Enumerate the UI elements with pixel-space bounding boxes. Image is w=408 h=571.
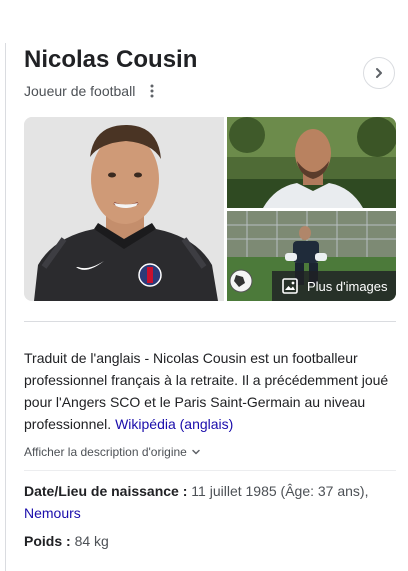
- show-original-description[interactable]: Afficher la description d'origine: [24, 444, 201, 460]
- wikipedia-link[interactable]: Wikipédia (anglais): [115, 416, 233, 432]
- next-entity-button[interactable]: [363, 57, 395, 89]
- entity-title: Nicolas Cousin: [24, 46, 198, 73]
- more-images-label: Plus d'images: [307, 278, 388, 294]
- fact-birth-value: 11 juillet 1985 (Âge: 37 ans),: [191, 483, 369, 499]
- chevron-down-icon: [192, 449, 200, 455]
- description: Traduit de l'anglais - Nicolas Cousin es…: [24, 347, 394, 435]
- fact-birth-label: Date/Lieu de naissance :: [24, 483, 192, 499]
- image-portrait-outdoor[interactable]: [227, 117, 396, 208]
- show-original-label: Afficher la description d'origine: [24, 445, 187, 459]
- fact-birth: Date/Lieu de naissance : 11 juillet 1985…: [24, 480, 394, 524]
- image-portrait[interactable]: [24, 117, 224, 301]
- more-vert-icon[interactable]: [145, 82, 159, 100]
- image-icon: [282, 278, 298, 294]
- birth-place-link[interactable]: Nemours: [24, 505, 81, 521]
- entity-subtitle: Joueur de football: [24, 83, 136, 99]
- more-images-button[interactable]: Plus d'images: [272, 271, 396, 301]
- fact-weight-value: 84 kg: [74, 533, 109, 549]
- image-goalkeeper[interactable]: Plus d'images: [227, 211, 396, 301]
- facts-divider: [24, 470, 396, 471]
- fact-weight-label: Poids :: [24, 533, 75, 549]
- subtitle-row: Joueur de football: [24, 82, 159, 100]
- chevron-right-icon: [376, 68, 382, 78]
- section-divider: [24, 321, 396, 322]
- fact-weight: Poids : 84 kg: [24, 530, 394, 552]
- panel-left-border: [5, 43, 6, 571]
